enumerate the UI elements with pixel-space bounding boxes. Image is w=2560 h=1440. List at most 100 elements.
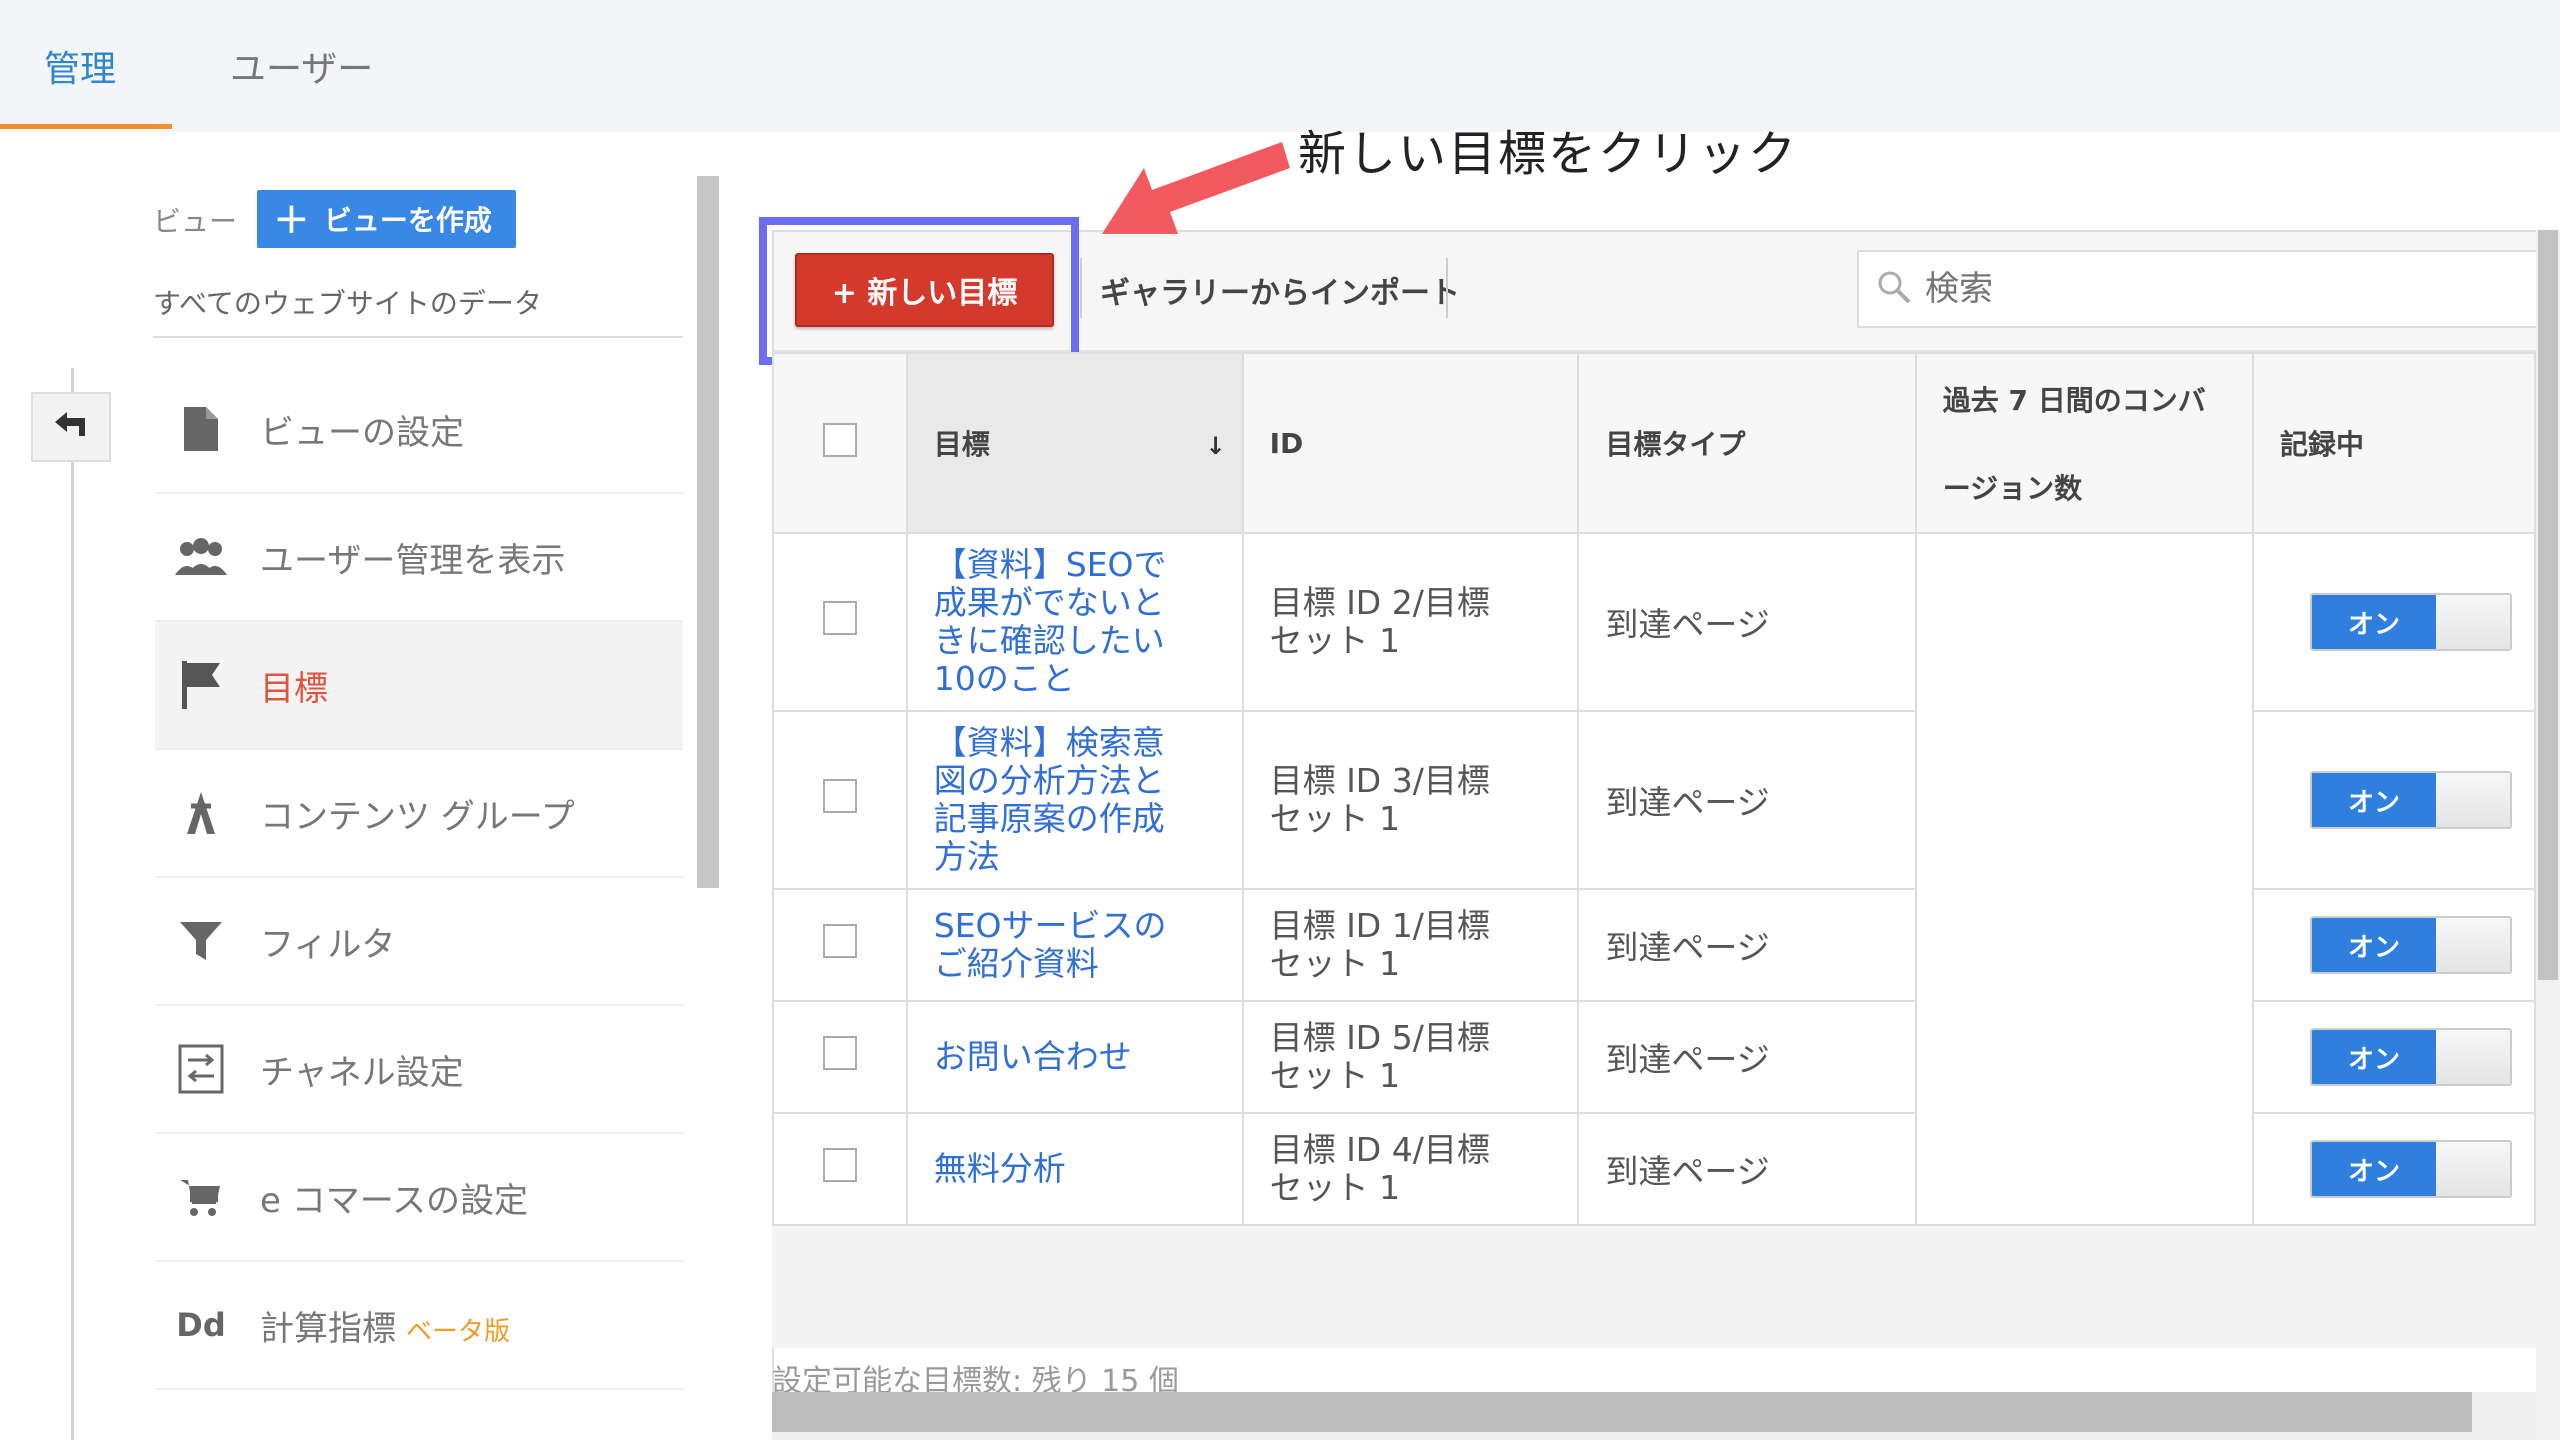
goal-id-cell: 目標 ID 5/目標セット 1	[1241, 1000, 1580, 1114]
sidebar-item-user-management[interactable]: ユーザー管理を表示	[155, 494, 683, 622]
sidebar-item-label: チャネル設定	[260, 1052, 464, 1093]
back-button[interactable]	[31, 392, 111, 462]
vertical-scrollbar-thumb[interactable]	[2538, 230, 2558, 980]
goal-name-cell: 【資料】検索意図の分析方法と記事原案の作成方法	[905, 710, 1244, 890]
sidebar-item-filter[interactable]: フィルタ	[155, 878, 683, 1006]
annotation-text: 新しい目標をクリック	[1298, 126, 1799, 182]
select-all-cell	[772, 352, 908, 534]
recording-toggle[interactable]: オン	[2310, 1140, 2513, 1198]
cart-icon	[173, 1169, 229, 1225]
conversions-cell	[1914, 532, 2255, 1226]
tab-admin[interactable]: 管理	[44, 40, 116, 92]
recording-cell: オン	[2252, 532, 2536, 712]
recording-toggle[interactable]: オン	[2310, 593, 2513, 651]
column-header-id[interactable]: ID	[1241, 352, 1580, 534]
sidebar-item-content-group[interactable]: コンテンツ グループ	[155, 750, 683, 878]
table-footer-area	[772, 1224, 2536, 1348]
search-input[interactable]	[1925, 269, 2425, 309]
goal-id-cell: 目標 ID 4/目標セット 1	[1241, 1112, 1580, 1226]
sidebar-item-ecommerce-settings[interactable]: e コマースの設定	[155, 1134, 683, 1262]
goal-id-text: 目標 ID 5/目標セット 1	[1269, 1018, 1490, 1095]
goal-name-cell: お問い合わせ	[905, 1000, 1244, 1114]
recording-cell: オン	[2252, 1000, 2536, 1114]
row-checkbox[interactable]	[822, 779, 857, 813]
plus-icon: +	[273, 193, 310, 244]
toolbar-divider	[1446, 258, 1448, 318]
column-header-goal[interactable]: 目標 ↓	[905, 352, 1244, 534]
goal-type-cell: 到達ページ	[1577, 1112, 1917, 1226]
row-checkbox[interactable]	[822, 1036, 857, 1070]
column-header-conversions[interactable]: 過去 7 日間のコンバ ージョン数	[1914, 352, 2255, 534]
tab-users[interactable]: ユーザー	[230, 40, 373, 92]
sidebar-item-label: 計算指標 ベータ版	[260, 1301, 510, 1350]
toggle-on-label: オン	[2312, 1030, 2437, 1084]
back-arrow-icon	[51, 404, 91, 450]
row-checkbox-cell	[772, 1112, 908, 1226]
recording-toggle[interactable]: オン	[2310, 771, 2513, 829]
people-icon	[173, 529, 229, 585]
content-group-icon	[173, 785, 229, 841]
goal-link[interactable]: 無料分析	[934, 1150, 1174, 1188]
goal-link[interactable]: 【資料】検索意図の分析方法と記事原案の作成方法	[934, 724, 1174, 876]
divider	[153, 336, 683, 338]
goal-link[interactable]: 【資料】SEOで成果がでないときに確認したい10のこと	[934, 546, 1174, 698]
channel-settings-icon	[173, 1041, 229, 1097]
import-from-gallery-button[interactable]: ギャラリーからインポート	[1100, 268, 1460, 312]
sidebar-item-label: ビューの設定	[260, 412, 464, 453]
sidebar-item-label: e コマースの設定	[260, 1180, 529, 1221]
column-header-goal-label: 目標	[933, 428, 990, 461]
toggle-on-label: オン	[2312, 595, 2437, 649]
view-name[interactable]: すべてのウェブサイトのデータ	[153, 282, 542, 322]
sidebar-scrollbar[interactable]	[697, 176, 719, 888]
table-row: 【資料】SEOで成果がでないときに確認したい10のこと 目標 ID 2/目標セッ…	[772, 532, 2536, 1226]
goals-table: 目標 ↓ ID 目標タイプ 過去 7 日間のコンバ ージョン数 記録中 【資料】SE…	[772, 352, 2536, 1226]
recording-toggle[interactable]: オン	[2310, 916, 2513, 974]
goal-id-cell: 目標 ID 1/目標セット 1	[1241, 888, 1580, 1002]
table-row: 【資料】検索意図の分析方法と記事原案の作成方法 目標 ID 3/目標セット 1 …	[772, 710, 2536, 890]
sidebar-item-goals[interactable]: 目標	[155, 622, 683, 750]
goal-id-text: 目標 ID 3/目標セット 1	[1269, 761, 1490, 838]
goal-name-cell: 無料分析	[905, 1112, 1244, 1226]
table-row: お問い合わせ 目標 ID 5/目標セット 1 到達ページ オン	[772, 1000, 2536, 1114]
toggle-on-label: オン	[2312, 1142, 2437, 1196]
table-row: SEOサービスのご紹介資料 目標 ID 1/目標セット 1 到達ページ オン	[772, 888, 2536, 1002]
goal-id-text: 目標 ID 2/目標セット 1	[1269, 583, 1490, 660]
annotation-arrow-icon	[1100, 138, 1290, 252]
goal-name-cell: 【資料】SEOで成果がでないときに確認したい10のこと	[905, 532, 1244, 712]
goal-id-text: 目標 ID 4/目標セット 1	[1269, 1130, 1490, 1207]
calculated-metrics-icon: Dd	[176, 1306, 226, 1344]
highlight-box	[759, 217, 1079, 365]
table-row: 無料分析 目標 ID 4/目標セット 1 到達ページ オン	[772, 1112, 2536, 1226]
row-checkbox[interactable]	[822, 601, 857, 635]
sidebar-item-channel-settings[interactable]: チャネル設定	[155, 1006, 683, 1134]
recording-cell: オン	[2252, 1112, 2536, 1226]
row-checkbox[interactable]	[822, 924, 857, 958]
horizontal-scrollbar-thumb[interactable]	[772, 1392, 2472, 1432]
goal-type-cell: 到達ページ	[1577, 1000, 1917, 1114]
toggle-off-part	[2436, 1142, 2511, 1196]
row-checkbox[interactable]	[822, 1148, 857, 1182]
active-tab-indicator	[0, 124, 172, 129]
column-header-goal-type[interactable]: 目標タイプ	[1577, 352, 1917, 534]
toggle-on-label: オン	[2312, 918, 2437, 972]
sidebar-item-view-settings[interactable]: ビューの設定	[155, 366, 683, 494]
toolbar-divider	[1080, 258, 1082, 318]
toggle-off-part	[2436, 1030, 2511, 1084]
toggle-off-part	[2436, 918, 2511, 972]
goal-link[interactable]: お問い合わせ	[934, 1038, 1174, 1076]
sidebar-item-calculated-metrics[interactable]: Dd 計算指標 ベータ版	[155, 1262, 683, 1390]
recording-toggle[interactable]: オン	[2310, 1028, 2513, 1086]
sidebar-item-label: コンテンツ グループ	[260, 796, 575, 837]
create-view-button[interactable]: + ビューを作成	[257, 190, 516, 248]
select-all-checkbox[interactable]	[822, 422, 857, 457]
sidebar-item-label: 目標	[260, 668, 328, 709]
sidebar-item-label: ユーザー管理を表示	[260, 540, 566, 581]
goal-id-cell: 目標 ID 2/目標セット 1	[1241, 532, 1580, 712]
row-checkbox-cell	[772, 532, 908, 712]
nav-vertical-line	[71, 368, 74, 1440]
beta-badge: ベータ版	[406, 1316, 511, 1347]
goal-name-cell: SEOサービスのご紹介資料	[905, 888, 1244, 1002]
column-header-recording[interactable]: 記録中	[2252, 352, 2536, 534]
search-box[interactable]	[1857, 250, 2560, 328]
goal-link[interactable]: SEOサービスのご紹介資料	[934, 907, 1174, 983]
